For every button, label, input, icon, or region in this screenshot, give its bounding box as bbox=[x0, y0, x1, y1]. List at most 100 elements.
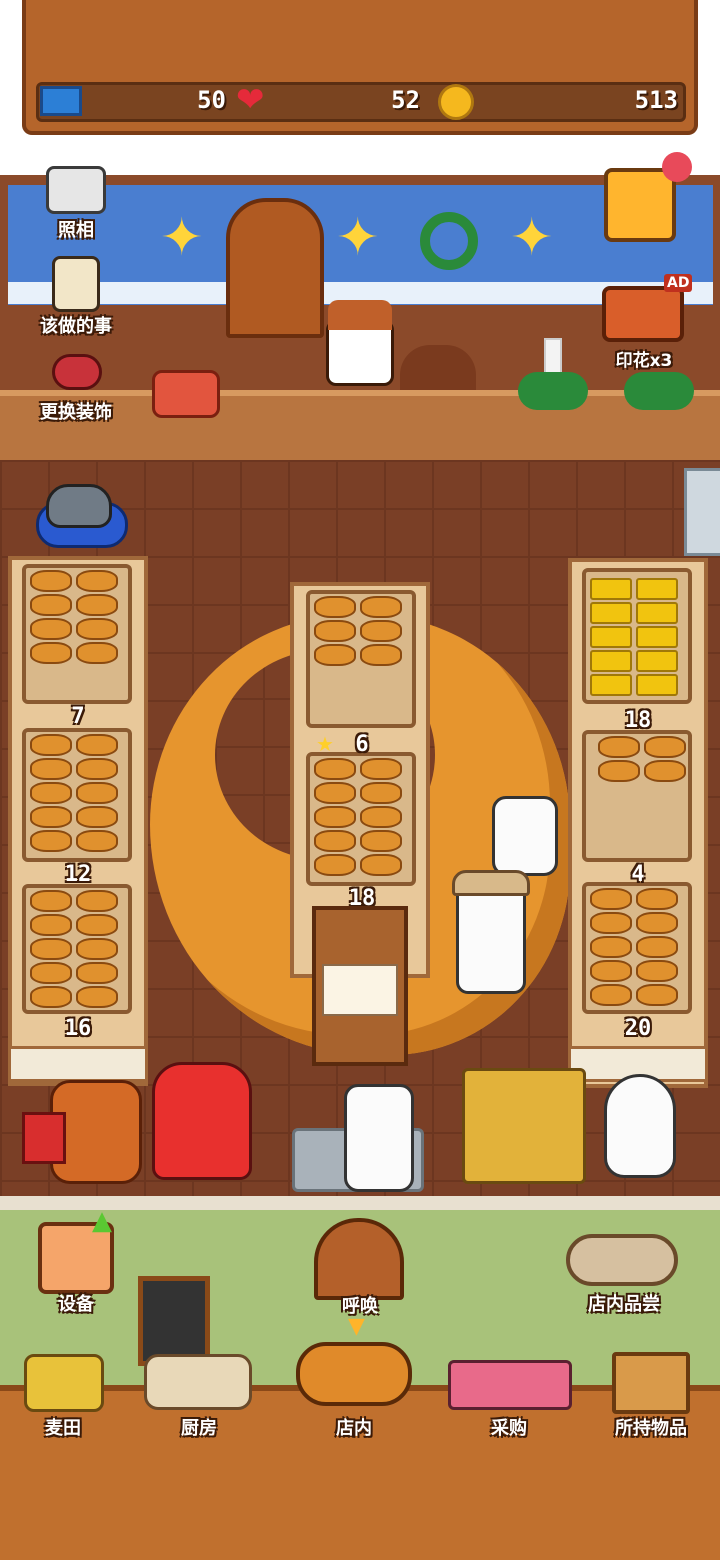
equipment-label[interactable]: 设备 bbox=[36, 1290, 116, 1316]
chalkboard bbox=[138, 1276, 210, 1366]
bread-item bbox=[636, 674, 678, 696]
bread-item bbox=[360, 806, 402, 828]
bread-item bbox=[314, 644, 356, 666]
bread-cabinet[interactable] bbox=[226, 198, 324, 338]
nav-field[interactable]: 麦田 bbox=[20, 1414, 106, 1440]
bread-item bbox=[636, 936, 678, 958]
paint-brush-icon[interactable] bbox=[52, 354, 102, 390]
receipt-paper bbox=[322, 964, 398, 1016]
bread-item bbox=[360, 620, 402, 642]
bread-item bbox=[30, 830, 72, 852]
bread-item bbox=[636, 626, 678, 648]
bread-item bbox=[76, 830, 118, 852]
bread-item bbox=[76, 734, 118, 756]
snowman-icon bbox=[604, 1074, 676, 1178]
santa-icon bbox=[152, 1062, 252, 1180]
bread-item bbox=[590, 602, 632, 624]
bread-item bbox=[30, 806, 72, 828]
bread-item bbox=[360, 854, 402, 876]
star-icon: ★ bbox=[316, 732, 334, 756]
bread-item bbox=[30, 642, 72, 664]
ticket-icon bbox=[40, 86, 82, 116]
bread-item bbox=[76, 618, 118, 640]
holly-icon bbox=[624, 372, 694, 410]
decor-label[interactable]: 更换装饰 bbox=[16, 398, 136, 424]
nav-purchase[interactable]: 采购 bbox=[466, 1414, 552, 1440]
bread-item bbox=[30, 758, 72, 780]
clipboard-icon[interactable] bbox=[52, 256, 100, 312]
upgrade-arrow-icon: ▲ bbox=[92, 1206, 112, 1236]
bread-item bbox=[360, 758, 402, 780]
star-lamp-icon: ✦ bbox=[160, 208, 204, 268]
photo-label[interactable]: 照相 bbox=[36, 216, 116, 242]
bread-item bbox=[30, 618, 72, 640]
cat-icon[interactable] bbox=[46, 484, 112, 528]
shelf-stock-count: 20 bbox=[624, 1016, 652, 1041]
bread-item bbox=[644, 736, 686, 758]
side-door bbox=[684, 468, 720, 556]
bread-item bbox=[76, 986, 118, 1008]
shelf-stock-count: 7 bbox=[71, 704, 85, 729]
baker-hamster[interactable] bbox=[456, 880, 526, 994]
shelf-stock-count: 6 bbox=[355, 732, 369, 757]
shop-bread-basket-icon[interactable] bbox=[296, 1342, 412, 1406]
bread-item bbox=[76, 938, 118, 960]
heart-count: 52 bbox=[391, 86, 420, 114]
ticket-count: 50 bbox=[197, 86, 226, 114]
bread-item bbox=[30, 986, 72, 1008]
camera-icon[interactable] bbox=[46, 166, 106, 214]
heart-icon: ❤ bbox=[236, 80, 265, 120]
bread-item bbox=[30, 594, 72, 616]
summon-door-icon[interactable] bbox=[314, 1218, 404, 1300]
bread-item bbox=[360, 782, 402, 804]
stamps-label[interactable]: 印花x3 bbox=[596, 346, 692, 371]
menu-note-icon[interactable] bbox=[604, 168, 676, 242]
coin-count: 513 bbox=[634, 86, 678, 114]
shelf-stock-count: 18 bbox=[624, 708, 652, 733]
bread-item bbox=[30, 782, 72, 804]
bread-item bbox=[30, 962, 72, 984]
bread-item bbox=[314, 830, 356, 852]
coin-icon bbox=[438, 84, 474, 120]
bread-item bbox=[590, 674, 632, 696]
nav-inventory[interactable]: 所持物品 bbox=[594, 1414, 708, 1440]
tasting-tray-icon[interactable] bbox=[566, 1234, 678, 1286]
bread-item bbox=[636, 960, 678, 982]
tv-icon[interactable] bbox=[602, 286, 684, 342]
kitchen-icon[interactable] bbox=[144, 1354, 252, 1410]
cockatiel-customer[interactable] bbox=[344, 1084, 414, 1192]
bread-item bbox=[636, 578, 678, 600]
customer-ghost[interactable] bbox=[492, 796, 558, 876]
bread-item bbox=[590, 912, 632, 934]
telephone-icon[interactable] bbox=[152, 370, 220, 418]
bread-item bbox=[636, 602, 678, 624]
bread-item bbox=[360, 830, 402, 852]
bread-item bbox=[76, 962, 118, 984]
shelf-stock-count: 4 bbox=[631, 862, 645, 887]
bread-item bbox=[30, 890, 72, 912]
bread-item bbox=[598, 760, 640, 782]
gift-box-icon bbox=[22, 1112, 66, 1164]
bread-item bbox=[76, 890, 118, 912]
nav-kitchen[interactable]: 厨房 bbox=[156, 1414, 242, 1440]
todo-label[interactable]: 该做的事 bbox=[16, 312, 136, 338]
nav-shop[interactable]: 店内 bbox=[306, 1414, 402, 1440]
balloon-icon bbox=[662, 152, 692, 182]
bread-item bbox=[590, 984, 632, 1006]
tasting-label[interactable]: 店内品尝 bbox=[566, 1290, 682, 1316]
bread-item bbox=[76, 914, 118, 936]
bread-item bbox=[314, 854, 356, 876]
bread-item bbox=[590, 578, 632, 600]
market-stalls-icon[interactable] bbox=[448, 1360, 572, 1410]
bread-item bbox=[590, 888, 632, 910]
antler-hat-icon bbox=[328, 300, 392, 330]
bread-item bbox=[30, 914, 72, 936]
bread-item bbox=[314, 758, 356, 780]
cardboard-box-icon[interactable] bbox=[612, 1352, 690, 1414]
bread-item bbox=[636, 888, 678, 910]
bread-item bbox=[314, 620, 356, 642]
bread-item bbox=[636, 984, 678, 1006]
wheat-icon[interactable] bbox=[24, 1354, 104, 1412]
safari-hat-icon bbox=[452, 870, 530, 896]
bread-item bbox=[636, 650, 678, 672]
